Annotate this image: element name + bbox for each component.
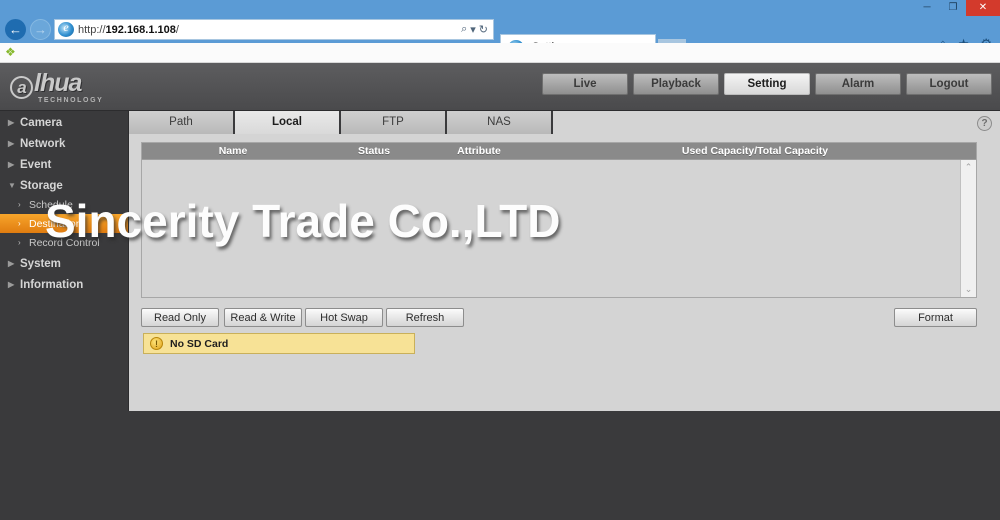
sidebar-item-label: Record Control: [29, 236, 100, 249]
topnav-live[interactable]: Live: [542, 73, 628, 95]
dahua-web-ui: a lhua TECHNOLOGY Live Playback Setting A…: [0, 63, 1000, 520]
sidebar-item-storage[interactable]: ▼ Storage: [0, 176, 128, 195]
refresh-icon[interactable]: ↻: [479, 23, 488, 36]
content-panel: Path Local FTP NAS ? Name Status Attribu…: [128, 111, 1000, 411]
tab-path[interactable]: Path: [129, 111, 235, 134]
column-header-attribute: Attribute: [457, 145, 501, 157]
topnav-logout[interactable]: Logout: [906, 73, 992, 95]
app-header: a lhua TECHNOLOGY Live Playback Setting A…: [0, 63, 1000, 111]
sidebar-item-label: Destination: [29, 217, 82, 230]
window-controls: ─ ❐ ✕: [914, 0, 1000, 16]
close-button[interactable]: ✕: [966, 0, 1000, 16]
chevron-right-icon: ›: [18, 219, 21, 228]
search-icon[interactable]: ⌕: [461, 23, 467, 36]
tab-local[interactable]: Local: [235, 111, 341, 134]
url-host: 192.168.1.108: [105, 23, 176, 36]
sidebar-item-label: Storage: [20, 179, 63, 192]
topnav-alarm[interactable]: Alarm: [815, 73, 901, 95]
sidebar-item-schedule[interactable]: › Schedule: [0, 195, 128, 214]
favorites-bar: ❖: [0, 43, 1000, 63]
sidebar-item-label: Information: [20, 278, 84, 291]
sidebar-item-event[interactable]: ▶ Event: [0, 155, 128, 174]
storage-table: Name Status Attribute Used Capacity/Tota…: [141, 142, 977, 298]
sidebar-item-record-control[interactable]: › Record Control: [0, 233, 128, 252]
browser-titlebar: ─ ❐ ✕: [0, 0, 1000, 16]
browser-toolbar: ← → http://192.168.1.108/ ⌕ ▾ ↻ Setting …: [0, 16, 1000, 59]
column-header-capacity: Used Capacity/Total Capacity: [681, 145, 829, 157]
tab-nas[interactable]: NAS: [447, 111, 553, 134]
status-text: No SD Card: [170, 337, 229, 350]
table-scrollbar[interactable]: ⌃ ⌄: [960, 160, 976, 297]
sidebar-item-network[interactable]: ▶ Network: [0, 134, 128, 153]
sidebar-item-destination[interactable]: › Destination: [0, 214, 128, 233]
sidebar-item-label: Schedule: [29, 198, 73, 211]
logo-wordmark: a lhua: [10, 70, 130, 99]
action-button-row: Read Only Read & Write Hot Swap Refresh …: [141, 308, 977, 328]
chevron-right-icon: ›: [18, 200, 21, 209]
warning-icon: !: [150, 337, 163, 350]
url-suffix: /: [175, 23, 179, 36]
table-header-row: Name Status Attribute Used Capacity/Tota…: [142, 143, 976, 160]
chevron-down-icon: ▼: [8, 181, 16, 190]
screen-root: ─ ❐ ✕ ← → http://192.168.1.108/ ⌕ ▾ ↻ Se…: [0, 0, 1000, 520]
status-badge: ! No SD Card: [143, 333, 415, 354]
sidebar-item-label: Camera: [20, 116, 63, 129]
topnav-playback[interactable]: Playback: [633, 73, 719, 95]
chevron-down-icon[interactable]: ▾: [470, 23, 476, 36]
content-tabs: Path Local FTP NAS: [129, 111, 553, 134]
restore-button[interactable]: ❐: [940, 0, 966, 16]
logo-name: lhua: [34, 69, 82, 97]
address-text: http://192.168.1.108/: [78, 24, 461, 36]
help-icon[interactable]: ?: [977, 116, 992, 131]
column-header-name: Name: [218, 145, 248, 157]
chevron-right-icon: ▶: [8, 259, 15, 268]
read-write-button[interactable]: Read & Write: [224, 308, 302, 327]
sidebar-item-camera[interactable]: ▶ Camera: [0, 113, 128, 132]
chevron-right-icon: ›: [18, 238, 21, 247]
address-bar-icons: ⌕ ▾ ↻: [461, 23, 493, 36]
sidebar-item-label: Event: [20, 158, 52, 171]
tab-ftp[interactable]: FTP: [341, 111, 447, 134]
table-body: ⌃ ⌄: [142, 160, 976, 297]
logo-subtitle: TECHNOLOGY: [38, 97, 104, 104]
sidebar-item-information[interactable]: ▶ Information: [0, 275, 128, 294]
sidebar-item-label: Network: [20, 137, 66, 150]
back-icon[interactable]: ←: [5, 19, 26, 40]
address-bar[interactable]: http://192.168.1.108/ ⌕ ▾ ↻: [54, 19, 494, 40]
sidebar-item-label: System: [20, 257, 61, 270]
scroll-up-icon[interactable]: ⌃: [965, 162, 973, 173]
logo-mark-icon: a: [10, 76, 33, 99]
read-only-button[interactable]: Read Only: [141, 308, 219, 327]
format-button[interactable]: Format: [894, 308, 977, 327]
chevron-right-icon: ▶: [8, 118, 15, 127]
url-prefix: http://: [78, 23, 106, 36]
hot-swap-button[interactable]: Hot Swap: [305, 308, 383, 327]
chevron-right-icon: ▶: [8, 280, 15, 289]
scroll-down-icon[interactable]: ⌄: [965, 284, 973, 295]
topnav-setting[interactable]: Setting: [724, 73, 810, 95]
column-header-status: Status: [357, 145, 391, 157]
dahua-logo: a lhua TECHNOLOGY: [10, 70, 130, 104]
forward-icon[interactable]: →: [30, 19, 51, 40]
chevron-right-icon: ▶: [8, 139, 15, 148]
top-navigation: Live Playback Setting Alarm Logout: [542, 73, 992, 95]
internet-explorer-icon: [58, 20, 74, 37]
minimize-button[interactable]: ─: [914, 0, 940, 16]
sidebar-item-system[interactable]: ▶ System: [0, 254, 128, 273]
favorites-bookmark-icon[interactable]: ❖: [5, 46, 18, 59]
sidebar: ▶ Camera ▶ Network ▶ Event ▼ Storage › S…: [0, 111, 128, 520]
refresh-button[interactable]: Refresh: [386, 308, 464, 327]
chevron-right-icon: ▶: [8, 160, 15, 169]
